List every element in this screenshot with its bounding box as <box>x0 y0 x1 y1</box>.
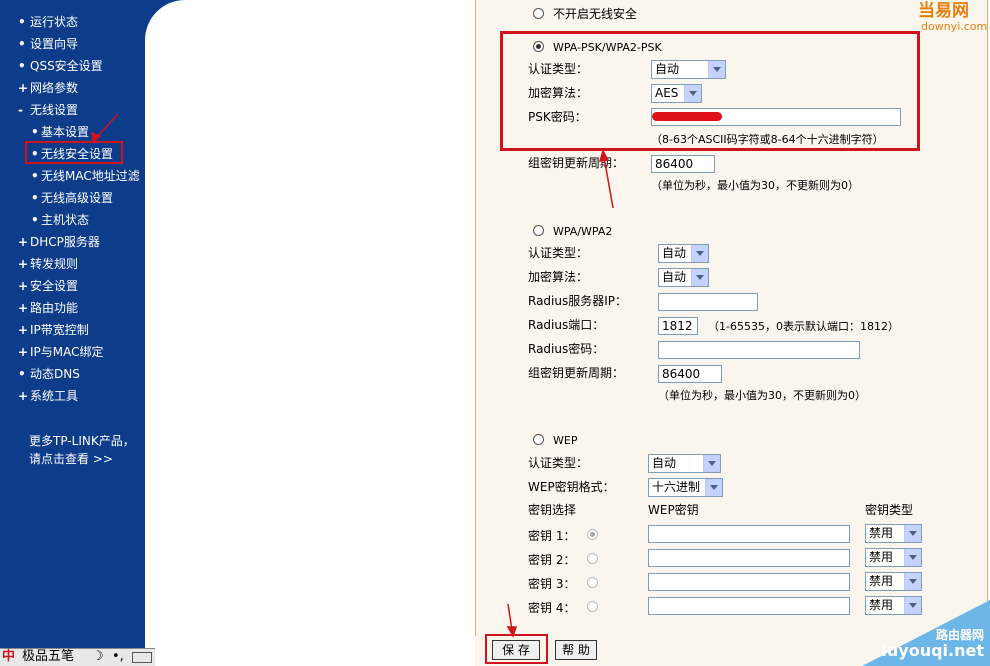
more-products-link[interactable]: 更多TP-LINK产品， 请点击查看 >> <box>29 432 135 468</box>
wep-key-2-label: 密钥 2： <box>528 553 576 567</box>
watermark-downyi-cn: 当易网 <box>918 1 969 21</box>
chevron-down-icon <box>691 269 708 286</box>
sidebar-item-wireless-basic[interactable]: • 基本设置 <box>31 125 89 139</box>
wep-key-3-input[interactable] <box>648 573 850 591</box>
sidebar-item-setup-wizard[interactable]: • 设置向导 <box>18 37 78 51</box>
wpa-psk-highlight-box <box>500 31 920 151</box>
wep-col-key: WEP密钥 <box>648 503 699 517</box>
sidebar-item-bandwidth[interactable]: + IP带宽控制 <box>18 323 89 337</box>
wep-auth-select[interactable]: 自动 <box>648 454 721 473</box>
sidebar-item-network[interactable]: + 网络参数 <box>18 81 78 95</box>
ime-name[interactable]: 极品五笔 <box>22 649 74 665</box>
wpa-radius-password-label: Radius密码： <box>528 342 605 356</box>
sidebar-item-dhcp[interactable]: + DHCP服务器 <box>18 235 100 249</box>
wpa-psk-group-label: 组密钥更新周期： <box>528 156 625 170</box>
wep-key-4-label: 密钥 4： <box>528 601 576 615</box>
wpa-group-input[interactable]: 86400 <box>658 365 722 383</box>
wep-key-1-type-select[interactable]: 禁用 <box>865 524 922 543</box>
wep-col-key-type: 密钥类型 <box>865 503 914 517</box>
wpa-group-label: 组密钥更新周期： <box>528 366 625 380</box>
wpa-radius-ip-label: Radius服务器IP： <box>528 294 628 308</box>
watermark-downyi-en: downyi.com <box>921 20 988 33</box>
radio-wep[interactable] <box>533 434 544 445</box>
wep-format-select[interactable]: 十六进制 <box>648 478 723 497</box>
save-highlight-box <box>485 634 548 664</box>
sidebar-item-ddns[interactable]: • 动态DNS <box>18 367 80 381</box>
wep-col-key-select: 密钥选择 <box>528 503 577 517</box>
chevron-down-icon <box>705 479 722 496</box>
chevron-down-icon <box>703 455 720 472</box>
wep-auth-label: 认证类型： <box>528 456 589 470</box>
watermark-downyi: 当易网 downyi.com <box>918 2 988 38</box>
sidebar-item-security[interactable]: + 安全设置 <box>18 279 78 293</box>
wpa-title: WPA/WPA2 <box>553 225 613 238</box>
wpa-auth-label: 认证类型： <box>528 246 589 260</box>
wep-key-4-input[interactable] <box>648 597 850 615</box>
wpa-psk-group-input[interactable]: 86400 <box>651 155 715 173</box>
sidebar-item-qss[interactable]: • QSS安全设置 <box>18 59 103 73</box>
sidebar-item-system-tools[interactable]: + 系统工具 <box>18 389 78 403</box>
wep-format-label: WEP密钥格式： <box>528 480 615 494</box>
wep-key-2-radio[interactable] <box>587 553 598 564</box>
sidebar-item-wireless[interactable]: - 无线设置 <box>18 103 78 117</box>
wep-key-3-radio[interactable] <box>587 577 598 588</box>
more-products-line1: 更多TP-LINK产品， <box>29 434 135 448</box>
wep-key-2-type-select[interactable]: 禁用 <box>865 548 922 567</box>
radio-no-security[interactable] <box>533 8 544 19</box>
help-button[interactable]: 帮 助 <box>555 640 597 660</box>
sidebar-item-status[interactable]: • 运行状态 <box>18 15 78 29</box>
sidebar-item-host-status[interactable]: • 主机状态 <box>31 213 89 227</box>
sidebar-item-routing[interactable]: + 路由功能 <box>18 301 78 315</box>
wpa-psk-group-hint: （单位为秒，最小值为30，不更新则为0） <box>651 179 859 192</box>
wep-key-1-label: 密钥 1： <box>528 529 576 543</box>
ime-logo-icon[interactable]: 中 <box>2 649 15 665</box>
watermark-luyouqi: 路由器网 luyouqi.net <box>862 600 990 666</box>
wep-key-3-type-select[interactable]: 禁用 <box>865 572 922 591</box>
more-products-line2: 请点击查看 >> <box>29 452 113 466</box>
chevron-down-icon <box>691 245 708 262</box>
wep-title: WEP <box>553 434 578 447</box>
wpa-auth-select[interactable]: 自动 <box>658 244 709 263</box>
chevron-down-icon <box>904 573 921 590</box>
wep-key-3-label: 密钥 3： <box>528 577 576 591</box>
wpa-radius-password-input[interactable] <box>658 341 860 359</box>
no-security-label: 不开启无线安全 <box>553 7 638 21</box>
watermark-luyouqi-en: luyouqi.net <box>881 641 984 660</box>
chevron-down-icon <box>904 549 921 566</box>
sidebar-item-wireless-advanced[interactable]: • 无线高级设置 <box>31 191 113 205</box>
punctuation-icon[interactable]: •, <box>112 649 124 665</box>
wpa-group-hint: （单位为秒，最小值为30，不更新则为0） <box>658 389 866 402</box>
keyboard-icon[interactable] <box>132 652 152 663</box>
wep-key-1-input[interactable] <box>648 525 850 543</box>
wpa-radius-ip-input[interactable] <box>658 293 758 311</box>
sidebar-item-ip-mac-binding[interactable]: + IP与MAC绑定 <box>18 345 104 359</box>
sidebar-corner <box>145 0 205 60</box>
wep-key-2-input[interactable] <box>648 549 850 567</box>
wpa-radius-port-label: Radius端口： <box>528 318 605 332</box>
wpa-enc-select[interactable]: 自动 <box>658 268 709 287</box>
ime-toolbar: 中 极品五笔 ☽ •, <box>0 648 155 666</box>
wep-key-1-radio[interactable] <box>587 529 598 540</box>
wpa-radius-port-hint: （1-65535，0表示默认端口：1812） <box>708 320 899 333</box>
radio-wpa[interactable] <box>533 225 544 236</box>
moon-icon[interactable]: ☽ <box>92 649 104 665</box>
wep-key-4-radio[interactable] <box>587 601 598 612</box>
wpa-radius-port-input[interactable]: 1812 <box>658 317 698 335</box>
sidebar-item-wireless-mac-filter[interactable]: • 无线MAC地址过滤 <box>31 169 140 183</box>
chevron-down-icon <box>904 525 921 542</box>
sidebar-highlight-box <box>25 141 123 164</box>
wpa-enc-label: 加密算法： <box>528 270 589 284</box>
sidebar-item-forwarding[interactable]: + 转发规则 <box>18 257 78 271</box>
